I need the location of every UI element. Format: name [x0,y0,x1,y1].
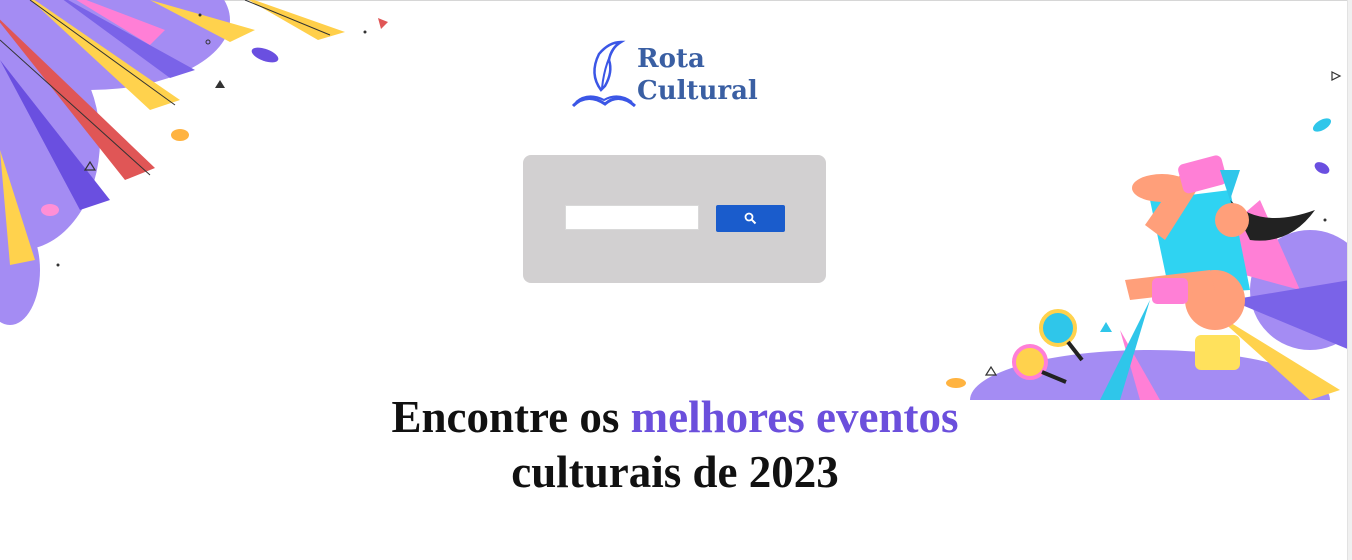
search-panel [523,155,826,283]
headline-highlight: melhores eventos [630,392,959,442]
search-button[interactable] [716,205,785,232]
carnival-feathers-left-illustration [0,0,388,325]
carnival-dancer-illustration [946,71,1350,400]
search-input[interactable] [565,205,699,230]
headline-line2: culturais de 2023 [511,447,839,497]
logo-text-rota: Rota [637,44,705,74]
quill-book-icon [571,40,636,108]
search-icon [744,212,757,225]
page-scrollbar[interactable] [1347,0,1352,560]
hero-headline: Encontre os melhores eventos culturais d… [300,390,1050,500]
site-logo[interactable]: Rota Cultural [571,38,771,110]
headline-part1: Encontre os [391,392,631,442]
logo-text-cultural: Cultural [637,76,758,106]
